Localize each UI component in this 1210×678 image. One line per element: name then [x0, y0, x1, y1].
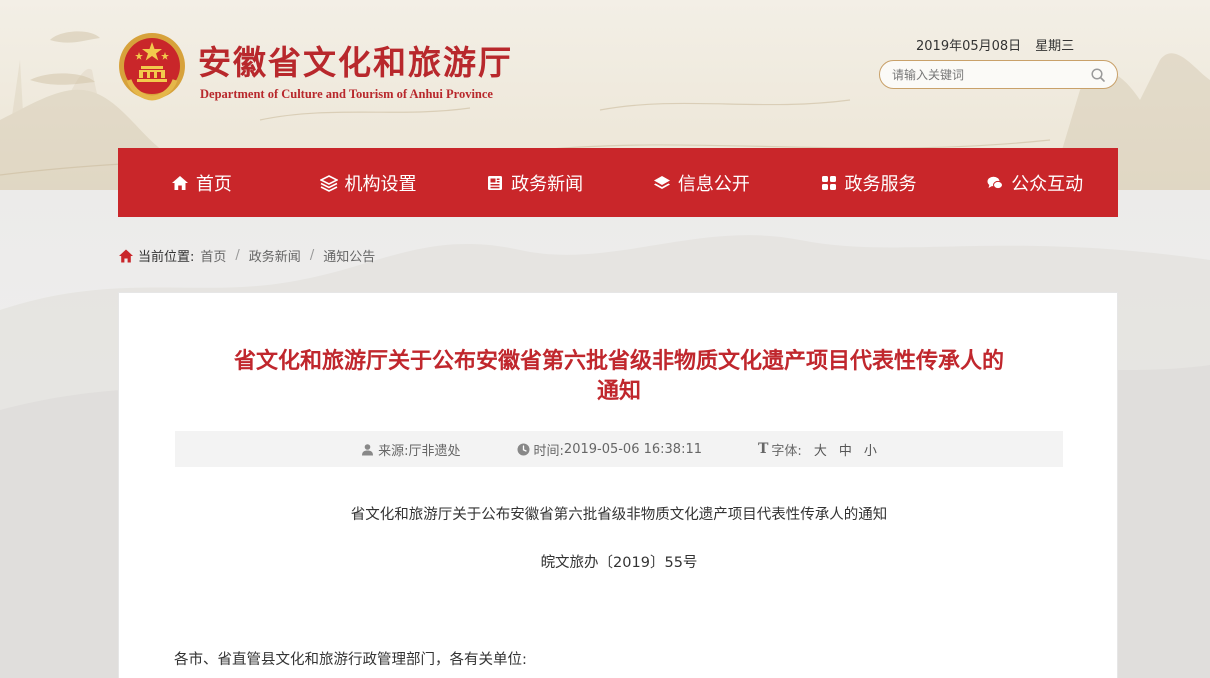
- article-panel: 省文化和旅游厅关于公布安徽省第六批省级非物质文化遗产项目代表性传承人的 通知 来…: [118, 292, 1118, 678]
- article-title: 省文化和旅游厅关于公布安徽省第六批省级非物质文化遗产项目代表性传承人的 通知: [159, 347, 1079, 407]
- home-icon: [119, 249, 133, 262]
- nav-item-organization[interactable]: 机构设置: [285, 148, 452, 217]
- meta-source: 来源: 厅非遗处: [361, 440, 461, 459]
- nav-item-home[interactable]: 首页: [118, 148, 285, 217]
- breadcrumb-link-notices[interactable]: 通知公告: [323, 246, 375, 265]
- nav-label: 政务新闻: [511, 173, 584, 195]
- home-icon: [171, 175, 188, 190]
- chat-icon: [987, 176, 1004, 189]
- user-icon: [362, 443, 374, 455]
- article-meta-bar: 来源: 厅非遗处 时间: 2019-05-06 16:38:11 T 字体: 大…: [175, 431, 1063, 467]
- search-icon[interactable]: [1090, 67, 1106, 83]
- stack-icon: [653, 175, 670, 189]
- meta-time-value: 2019-05-06 16:38:11: [563, 441, 702, 457]
- national-emblem-icon: [119, 33, 185, 101]
- search-input[interactable]: [892, 66, 1082, 84]
- nav-item-info-disclosure[interactable]: 信息公开: [618, 148, 785, 217]
- font-size-large-button[interactable]: 大: [814, 440, 827, 459]
- search-box: [879, 60, 1118, 89]
- breadcrumb-link-home[interactable]: 首页: [200, 246, 226, 265]
- meta-time: 时间: 2019-05-06 16:38:11: [517, 440, 702, 459]
- article-title-line: 省文化和旅游厅关于公布安徽省第六批省级非物质文化遗产项目代表性传承人的: [233, 349, 1004, 374]
- meta-source-label: 来源:: [378, 443, 409, 459]
- meta-font-size: T 字体: 大 中 小: [758, 440, 877, 459]
- layers-icon: [319, 174, 338, 192]
- nav-item-public-interaction[interactable]: 公众互动: [951, 148, 1118, 217]
- breadcrumb: 当前位置: 首页 / 政务新闻 / 通知公告: [118, 246, 375, 265]
- current-date: 2019年05月08日: [916, 39, 1022, 54]
- nav-label: 公众互动: [1011, 173, 1084, 195]
- breadcrumb-separator: /: [309, 248, 315, 263]
- text-size-icon: T: [758, 441, 769, 457]
- newspaper-icon: [488, 175, 503, 190]
- breadcrumb-separator: /: [235, 248, 240, 263]
- main-nav: 首页 机构设置 政务新闻 信息公开 政务服务 公众互动: [118, 148, 1118, 217]
- font-size-medium-button[interactable]: 中: [839, 440, 852, 459]
- meta-font-label: 字体:: [771, 443, 802, 459]
- clock-icon: [517, 443, 530, 455]
- current-weekday: 星期三: [1035, 39, 1075, 54]
- nav-item-gov-services[interactable]: 政务服务: [785, 148, 952, 217]
- date-display: 2019年05月08日 星期三: [916, 35, 1074, 54]
- article-title-line: 通知: [596, 379, 641, 404]
- breadcrumb-label: 当前位置:: [138, 250, 195, 265]
- article-body-title: 省文化和旅游厅关于公布安徽省第六批省级非物质文化遗产项目代表性传承人的通知: [350, 507, 888, 523]
- grid-icon: [821, 175, 836, 190]
- font-size-small-button[interactable]: 小: [864, 440, 877, 459]
- article-salutation: 各市、省直管县文化和旅游行政管理部门，各有关单位:: [174, 652, 527, 668]
- site-title: 安徽省文化和旅游厅: [198, 43, 513, 82]
- nav-label: 政务服务: [844, 173, 917, 195]
- nav-item-gov-news[interactable]: 政务新闻: [451, 148, 618, 217]
- meta-source-value: 厅非遗处: [408, 443, 461, 459]
- nav-label: 机构设置: [344, 173, 417, 195]
- breadcrumb-link-gov-news[interactable]: 政务新闻: [249, 246, 301, 265]
- article-doc-number: 皖文旅办〔2019〕55号: [540, 555, 698, 571]
- site-subtitle: Department of Culture and Tourism of Anh…: [200, 87, 493, 101]
- meta-time-label: 时间:: [533, 443, 564, 459]
- nav-label: 首页: [195, 173, 232, 195]
- nav-label: 信息公开: [677, 173, 750, 195]
